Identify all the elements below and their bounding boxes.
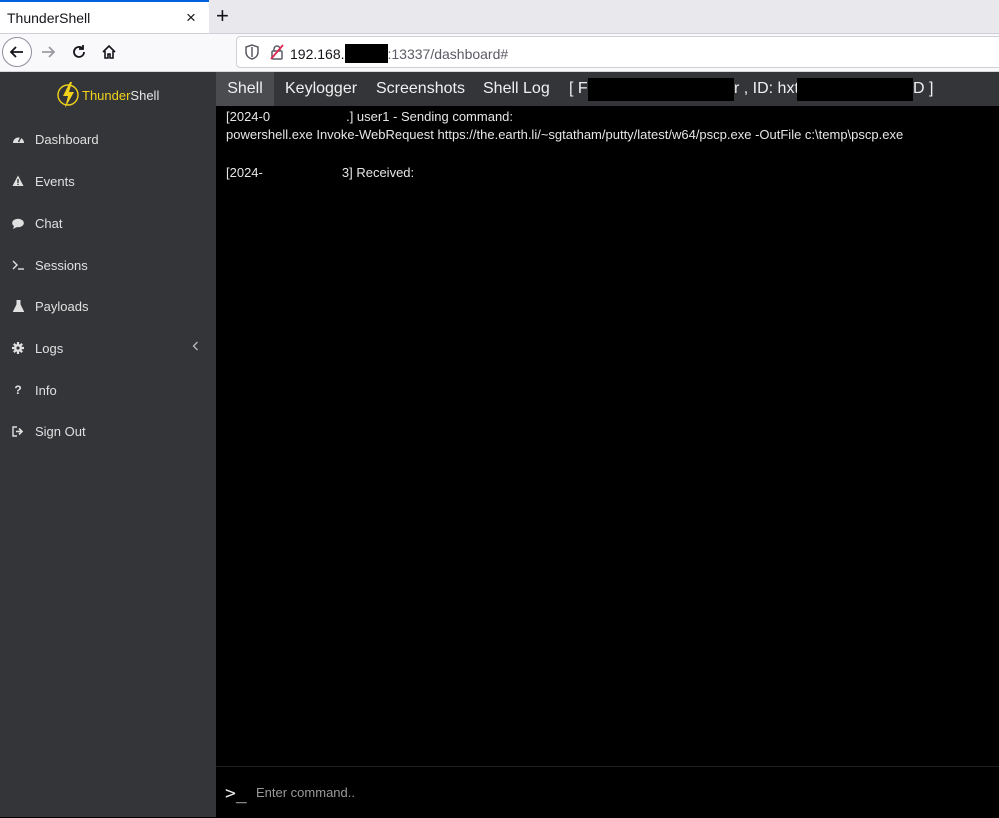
browser-tab-bar: ThunderShell × + (0, 0, 999, 34)
session-info-open: [ F (569, 80, 588, 97)
reload-button[interactable] (64, 37, 94, 67)
tab-shell-log[interactable]: Shell Log (483, 72, 550, 106)
lightning-icon (57, 82, 79, 108)
tab-title: ThunderShell (7, 10, 91, 26)
dashboard-icon (11, 133, 25, 145)
sidebar-item-label: Sessions (35, 257, 88, 273)
output-text: .] user1 - Sending command: (346, 109, 514, 124)
sidebar-item-label: Events (35, 173, 75, 189)
timestamp-prefix: [2024- (226, 165, 263, 180)
sign-out-icon (11, 425, 25, 437)
sidebar-item-sessions[interactable]: Sessions (0, 245, 216, 285)
forward-arrow-icon (42, 46, 56, 58)
url-path: :13337/dashboard# (387, 46, 509, 62)
sidebar-item-chat[interactable]: Chat (0, 203, 216, 243)
brand-logo[interactable]: ThunderShell (57, 80, 159, 110)
main-panel: Shell Keylogger Screenshots Shell Log [ … (216, 72, 999, 818)
chevron-left-icon[interactable] (192, 340, 199, 354)
redaction-block (588, 78, 734, 101)
flask-icon (11, 300, 25, 312)
sidebar-item-events[interactable]: Events (0, 161, 216, 201)
sidebar-item-label: Info (35, 382, 57, 398)
browser-nav-bar: 192.168. :13337/dashboard# (0, 34, 999, 72)
sidebar-item-label: Chat (35, 215, 63, 231)
sidebar-item-logs[interactable]: Logs (0, 328, 216, 368)
tab-screenshots[interactable]: Screenshots (376, 72, 465, 106)
brand-name-part2: Shell (130, 87, 160, 103)
home-button[interactable] (94, 37, 124, 67)
tab-shell[interactable]: Shell (216, 72, 274, 106)
timestamp-prefix: [2024-0 (226, 109, 271, 124)
sidebar-item-label: Dashboard (35, 131, 99, 147)
gear-icon (11, 342, 25, 354)
browser-tab[interactable]: ThunderShell × (0, 0, 209, 33)
back-arrow-icon (9, 46, 23, 58)
back-button[interactable] (2, 37, 32, 67)
warning-icon (11, 175, 25, 187)
prompt-icon: >_ (225, 783, 247, 804)
sidebar-item-sign-out[interactable]: Sign Out (0, 411, 216, 451)
sidebar-item-label: Sign Out (35, 423, 86, 439)
brand-name-part1: Thunder (82, 87, 131, 103)
forward-button[interactable] (33, 37, 63, 67)
output-text: 3] Received: (341, 165, 415, 180)
sidebar-item-payloads[interactable]: Payloads (0, 286, 216, 326)
output-line: [2024- 3] Received: (226, 164, 414, 180)
output-line: powershell.exe Invoke-WebRequest https:/… (226, 127, 904, 142)
redaction-block (262, 164, 342, 180)
output-line: [2024-0 .] user1 - Sending command: (226, 108, 513, 124)
url-bar[interactable]: 192.168. :13337/dashboard# (236, 36, 999, 68)
tab-close-icon[interactable]: × (186, 8, 196, 28)
tab-keylogger[interactable]: Keylogger (285, 72, 357, 106)
shell-tabs: Shell Keylogger Screenshots Shell Log [ … (216, 72, 999, 106)
terminal-icon (11, 260, 25, 270)
sidebar-item-dashboard[interactable]: Dashboard (0, 119, 216, 159)
sidebar-item-label: Payloads (35, 298, 89, 314)
command-bar: >_ (216, 766, 999, 818)
redaction-block (797, 78, 913, 101)
reload-icon (73, 45, 85, 58)
sidebar: ThunderShell Dashboard Events Chat Sessi… (0, 72, 216, 817)
session-info-close: D ] (913, 80, 934, 97)
insecure-lock-icon[interactable] (270, 44, 284, 65)
chat-icon (11, 218, 25, 229)
session-info-id: r , ID: hxtl (734, 80, 803, 97)
url-host: 192.168. (290, 46, 345, 62)
brand-name: ThunderShell (82, 88, 159, 103)
home-icon (102, 44, 116, 59)
new-tab-button[interactable]: + (216, 3, 229, 29)
question-icon: ? (14, 383, 22, 397)
sidebar-item-info[interactable]: ? Info (0, 370, 216, 410)
sidebar-item-label: Logs (35, 340, 64, 356)
shield-icon[interactable] (245, 44, 259, 65)
redaction-block (270, 108, 347, 124)
url-text: 192.168. :13337/dashboard# (290, 44, 508, 63)
command-input[interactable] (254, 779, 978, 805)
redaction-block (344, 44, 388, 63)
